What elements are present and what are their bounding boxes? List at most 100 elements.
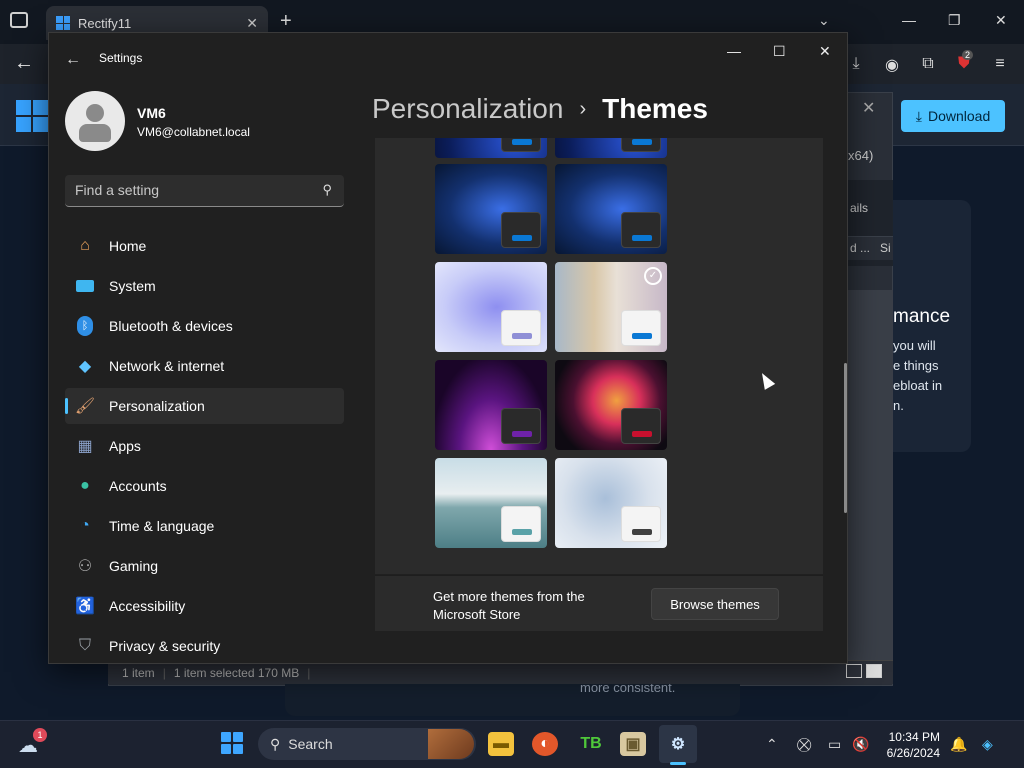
sidebar-item-label: Accounts <box>109 478 167 494</box>
tab-actions-icon[interactable] <box>10 12 28 28</box>
theme-thumbnail[interactable] <box>555 458 667 548</box>
clock[interactable]: 10:34 PM 6/26/2024 <box>876 729 940 761</box>
sidebar-item-bluetooth[interactable]: ᛒ Bluetooth & devices <box>65 308 344 344</box>
theme-thumbnail[interactable] <box>555 360 667 450</box>
user-email: VM6@collabnet.local <box>137 125 250 139</box>
page-title: Themes <box>602 93 708 124</box>
background-column-d: d ... <box>850 241 871 255</box>
settings-window: ← Settings — ☐ ✕ VM6 VM6@collabnet.local… <box>48 32 848 664</box>
app-tb-icon[interactable]: TB <box>578 732 604 756</box>
menu-icon[interactable]: ≡ <box>991 55 1009 73</box>
browser-minimize-icon[interactable]: — <box>902 12 916 28</box>
background-paragraph-line: n. <box>893 398 904 413</box>
theme-preview-window <box>501 138 541 152</box>
network-icon[interactable]: ⛒ <box>797 736 811 753</box>
theme-thumbnail[interactable] <box>435 164 547 254</box>
browser-restore-icon[interactable]: ❐ <box>948 12 961 29</box>
background-arch-text: x64) <box>848 148 874 163</box>
scrollbar[interactable] <box>844 363 847 513</box>
new-tab-icon[interactable]: + <box>280 10 292 33</box>
background-dialog-close-icon[interactable]: ✕ <box>862 98 875 118</box>
start-button[interactable] <box>221 732 243 754</box>
sidebar-item-personalization[interactable]: 🖌 Personalization <box>65 388 344 424</box>
sidebar-item-label: Apps <box>109 438 141 454</box>
sidebar-item-network[interactable]: ◆ Network & internet <box>65 348 344 384</box>
weather-badge: 1 <box>33 728 47 742</box>
wifi-icon: ◆ <box>78 358 92 375</box>
tiles-view-icon[interactable] <box>866 664 882 678</box>
browser-close-icon[interactable]: ✕ <box>995 12 1007 29</box>
browse-themes-button[interactable]: Browse themes <box>651 588 779 620</box>
theme-thumbnail[interactable] <box>555 164 667 254</box>
clock-time: 10:34 PM <box>888 730 940 744</box>
search-input[interactable]: Find a setting ⚲ <box>65 175 344 207</box>
shield-icon: ⛉ <box>78 637 91 654</box>
theme-thumbnail[interactable] <box>435 262 547 352</box>
maximize-icon[interactable]: ☐ <box>773 43 786 60</box>
firefox-icon[interactable]: ◐ <box>532 732 558 756</box>
extensions-icon[interactable]: ⧉ <box>919 55 937 73</box>
sidebar-item-gaming[interactable]: ⚇ Gaming <box>65 548 344 584</box>
minimize-icon[interactable]: — <box>727 43 741 59</box>
home-icon: ⌂ <box>80 237 90 254</box>
sidebar-item-apps[interactable]: ▦ Apps <box>65 428 344 464</box>
avatar[interactable] <box>65 91 125 151</box>
background-paragraph-line: ebloat in <box>893 378 943 393</box>
tab-list-chevron-icon[interactable]: ⌄ <box>818 12 830 29</box>
volume-icon[interactable]: 🔇 <box>852 736 869 753</box>
sidebar-item-label: Time & language <box>109 518 215 534</box>
display-icon[interactable]: ▭ <box>828 736 841 753</box>
sidebar-item-label: Personalization <box>109 398 205 414</box>
accounts-icon: ● <box>80 477 90 494</box>
close-icon[interactable]: ✕ <box>819 43 831 60</box>
store-icon[interactable]: ▣ <box>620 732 646 756</box>
theme-thumbnail[interactable] <box>435 458 547 548</box>
copilot-icon[interactable]: ◈ <box>982 736 993 753</box>
extension-badge: 2 <box>962 50 974 60</box>
search-highlight-image <box>428 729 474 759</box>
theme-preview-window <box>621 138 661 152</box>
download-button[interactable]: ⤓ Download <box>901 100 1005 132</box>
sidebar-item-label: Network & internet <box>109 358 225 374</box>
sidebar-item-label: Bluetooth & devices <box>109 318 233 334</box>
file-explorer-icon[interactable]: ▬ <box>488 732 514 756</box>
profile-icon[interactable]: ◉ <box>883 55 901 74</box>
background-details-text: ails <box>850 201 869 215</box>
downloads-icon[interactable]: ⤓ <box>847 55 865 73</box>
sidebar-item-accounts[interactable]: ● Accounts <box>65 468 344 504</box>
back-arrow-icon[interactable]: ← <box>65 51 81 69</box>
sidebar-item-privacy[interactable]: ⛉ Privacy & security <box>65 628 344 664</box>
search-placeholder: Find a setting <box>75 182 160 198</box>
tab-close-icon[interactable]: ✕ <box>246 15 258 32</box>
sidebar-item-system[interactable]: System <box>65 268 344 304</box>
selected-check-icon: ✓ <box>644 267 662 285</box>
rectify-logo-icon <box>16 100 48 132</box>
sidebar-nav: ⌂ Home System ᛒ Bluetooth & devices ◆ Ne… <box>65 228 344 668</box>
theme-thumbnail-selected[interactable]: ✓ <box>555 262 667 352</box>
details-view-icon[interactable] <box>846 664 862 678</box>
theme-thumbnail[interactable] <box>435 360 547 450</box>
sidebar-item-label: Accessibility <box>109 598 186 614</box>
clock-date: 6/26/2024 <box>886 746 940 760</box>
sidebar-item-time-language[interactable]: ◔ Time & language <box>65 508 344 544</box>
gamepad-icon: ⚇ <box>77 558 93 575</box>
download-icon: ⤓ <box>915 107 922 124</box>
breadcrumb-parent[interactable]: Personalization <box>372 93 563 125</box>
user-name: VM6 <box>137 105 166 121</box>
tab-title: Rectify11 <box>78 15 132 31</box>
browser-back-icon[interactable]: ← <box>14 52 34 75</box>
sidebar-item-home[interactable]: ⌂ Home <box>65 228 344 264</box>
theme-thumbnail[interactable] <box>435 138 547 158</box>
chevron-up-icon[interactable]: ⌃ <box>766 736 778 753</box>
theme-preview-window <box>501 310 541 346</box>
search-icon: ⚲ <box>270 735 281 752</box>
settings-gear-icon[interactable]: ⚙ <box>665 732 691 756</box>
system-icon <box>75 276 95 296</box>
view-toggle[interactable] <box>846 664 882 678</box>
background-paragraph-line: you will <box>893 338 936 353</box>
theme-thumbnail[interactable] <box>555 138 667 158</box>
theme-preview-window <box>621 212 661 248</box>
sidebar-item-accessibility[interactable]: ♿ Accessibility <box>65 588 344 624</box>
notification-bell-icon[interactable]: 🔔 <box>950 736 967 753</box>
themes-grid: ✓ <box>375 138 823 574</box>
